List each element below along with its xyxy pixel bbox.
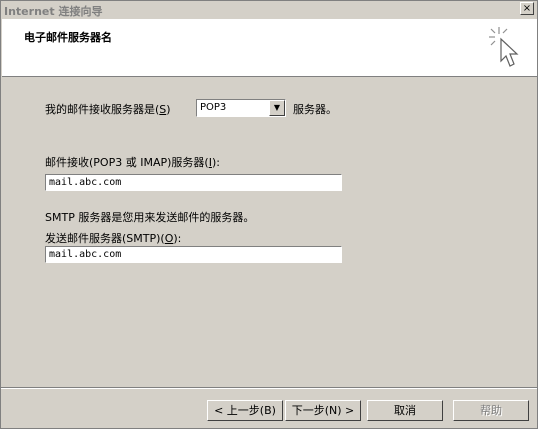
footer-divider: [1, 387, 537, 389]
smtp-note: SMTP 服务器是您用来发送邮件的服务器。: [45, 211, 255, 224]
incoming-type-value: POP3: [200, 102, 227, 113]
window-title: Internet 连接向导: [4, 5, 103, 18]
incoming-type-suffix: 服务器。: [293, 103, 337, 116]
cancel-button[interactable]: 取消: [367, 400, 443, 421]
outgoing-server-input[interactable]: mail.abc.com: [45, 246, 342, 263]
incoming-server-label: 邮件接收(POP3 或 IMAP)服务器(I):: [45, 156, 220, 169]
wizard-window: Internet 连接向导 × 电子邮件服务器名 我的邮件接收服务器是(S) P…: [0, 0, 538, 429]
incoming-type-select[interactable]: POP3 ▼: [196, 99, 286, 117]
outgoing-server-label: 发送邮件服务器(SMTP)(O):: [45, 232, 182, 245]
back-button[interactable]: < 上一步(B): [207, 400, 283, 421]
incoming-type-label: 我的邮件接收服务器是(S): [45, 103, 171, 116]
page-title: 电子邮件服务器名: [24, 31, 112, 44]
help-button[interactable]: 帮助: [453, 400, 529, 421]
wizard-cursor-icon: [489, 27, 519, 67]
chevron-down-icon[interactable]: ▼: [269, 100, 285, 116]
close-button[interactable]: ×: [520, 2, 534, 15]
title-bar[interactable]: Internet 连接向导 ×: [1, 1, 537, 18]
next-button[interactable]: 下一步(N) >: [285, 400, 361, 421]
incoming-server-input[interactable]: mail.abc.com: [45, 174, 342, 191]
wizard-header: 电子邮件服务器名: [2, 19, 537, 77]
